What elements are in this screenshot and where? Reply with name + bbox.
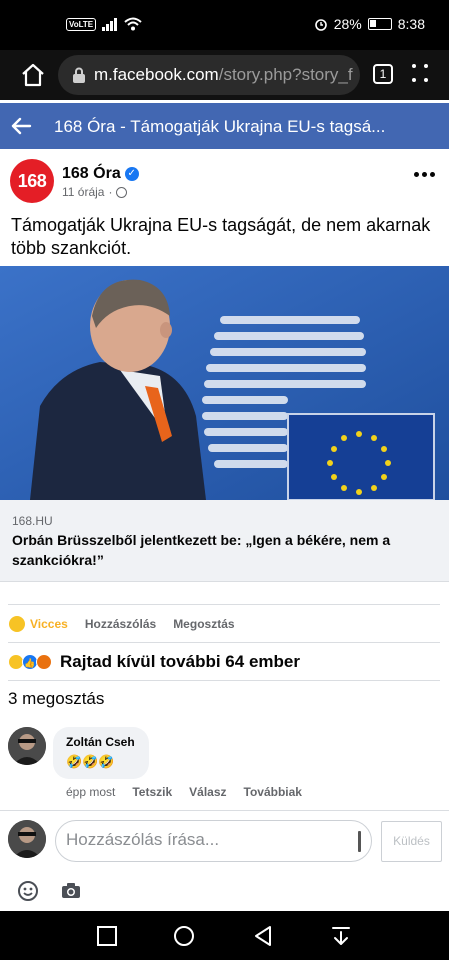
lock-icon: [73, 67, 85, 83]
divider: [8, 604, 440, 605]
alarm-icon: [314, 19, 327, 31]
wifi-icon: [124, 17, 142, 31]
shares-count[interactable]: 3 megosztás: [8, 689, 104, 709]
link-preview-image[interactable]: [0, 266, 449, 500]
browser-menu-icon[interactable]: [412, 64, 430, 84]
header-title: 168 Óra - Támogatják Ukrajna EU-s tagsá.…: [54, 117, 386, 136]
comment-bubble[interactable]: Zoltán Cseh 🤣🤣🤣: [53, 727, 149, 779]
back-triangle-icon[interactable]: [252, 925, 274, 947]
post-time: 11 órája ·: [62, 185, 128, 199]
comment-reply-button[interactable]: Válasz: [189, 785, 226, 799]
text-caret: [358, 831, 361, 852]
link-title: Orbán Brüsszelből jelentkezett be: „Igen…: [12, 532, 391, 568]
story-header: 168 Óra - Támogatják Ukrajna EU-s tagsá.…: [0, 103, 449, 149]
browser-toolbar: m.facebook.com/story.php?story_f 1: [0, 50, 449, 100]
haha-emoji-icon: [9, 616, 25, 632]
recents-icon[interactable]: [96, 925, 118, 947]
link-preview-card[interactable]: 168.HU Orbán Brüsszelből jelentkezett be…: [0, 500, 449, 582]
battery-percent: 28%: [333, 16, 362, 32]
reactions-summary[interactable]: 👍 Rajtad kívül további 64 ember: [8, 651, 300, 673]
divider: [8, 642, 440, 643]
send-button[interactable]: Küldés: [381, 821, 442, 862]
link-domain: 168.HU: [12, 514, 53, 528]
comment-composer[interactable]: [55, 820, 372, 862]
divider: [0, 810, 449, 811]
tab-switcher-button[interactable]: 1: [373, 64, 393, 84]
user-avatar: [8, 820, 46, 858]
comment-meta: épp most Tetszik Válasz Továbbiak: [66, 785, 302, 799]
system-nav-bar: [0, 911, 449, 960]
emoji-picker-icon[interactable]: [17, 880, 39, 902]
comment-text: 🤣🤣🤣: [66, 754, 115, 769]
battery-icon: [367, 18, 392, 30]
notification-pull-icon[interactable]: [330, 925, 352, 947]
post-actions: Vicces Hozzászólás Megosztás: [0, 606, 449, 642]
globe-icon: [116, 186, 128, 198]
comment-author[interactable]: Zoltán Cseh: [66, 735, 135, 749]
signal-icon: [102, 17, 118, 31]
page-avatar[interactable]: 168: [10, 159, 54, 203]
home-icon[interactable]: [20, 62, 46, 88]
page-name[interactable]: 168 Óra ✓: [62, 165, 139, 183]
post-options-icon[interactable]: [414, 172, 435, 177]
comment-like-button[interactable]: Tetszik: [132, 785, 172, 799]
clock: 8:38: [397, 16, 425, 32]
volte-icon: VoLTE: [66, 17, 97, 31]
post-header: 168 168 Óra ✓ 11 órája ·: [0, 150, 449, 210]
camera-icon[interactable]: [60, 880, 82, 902]
address-bar[interactable]: m.facebook.com/story.php?story_f: [58, 55, 360, 95]
reactions-text: Rajtad kívül további 64 ember: [60, 652, 300, 671]
haha-reaction-button[interactable]: Vicces: [9, 616, 68, 632]
share-button[interactable]: Megosztás: [173, 617, 234, 631]
comment-input[interactable]: [66, 830, 346, 850]
status-bar: VoLTE 28% 8:38: [0, 0, 449, 50]
angry-emoji-icon: [36, 654, 52, 670]
post-text: Támogatják Ukrajna EU-s tagságát, de nem…: [11, 215, 431, 258]
divider: [8, 680, 440, 681]
back-arrow-icon[interactable]: [10, 115, 32, 137]
url-text: m.facebook.com/story.php?story_f: [94, 65, 353, 84]
home-circle-icon[interactable]: [173, 925, 195, 947]
verified-badge-icon: ✓: [124, 167, 139, 181]
commenter-avatar[interactable]: [8, 727, 46, 765]
comment-more-button[interactable]: Továbbiak: [244, 785, 302, 799]
comment-time: épp most: [66, 785, 116, 799]
comment-button[interactable]: Hozzászólás: [85, 617, 156, 631]
